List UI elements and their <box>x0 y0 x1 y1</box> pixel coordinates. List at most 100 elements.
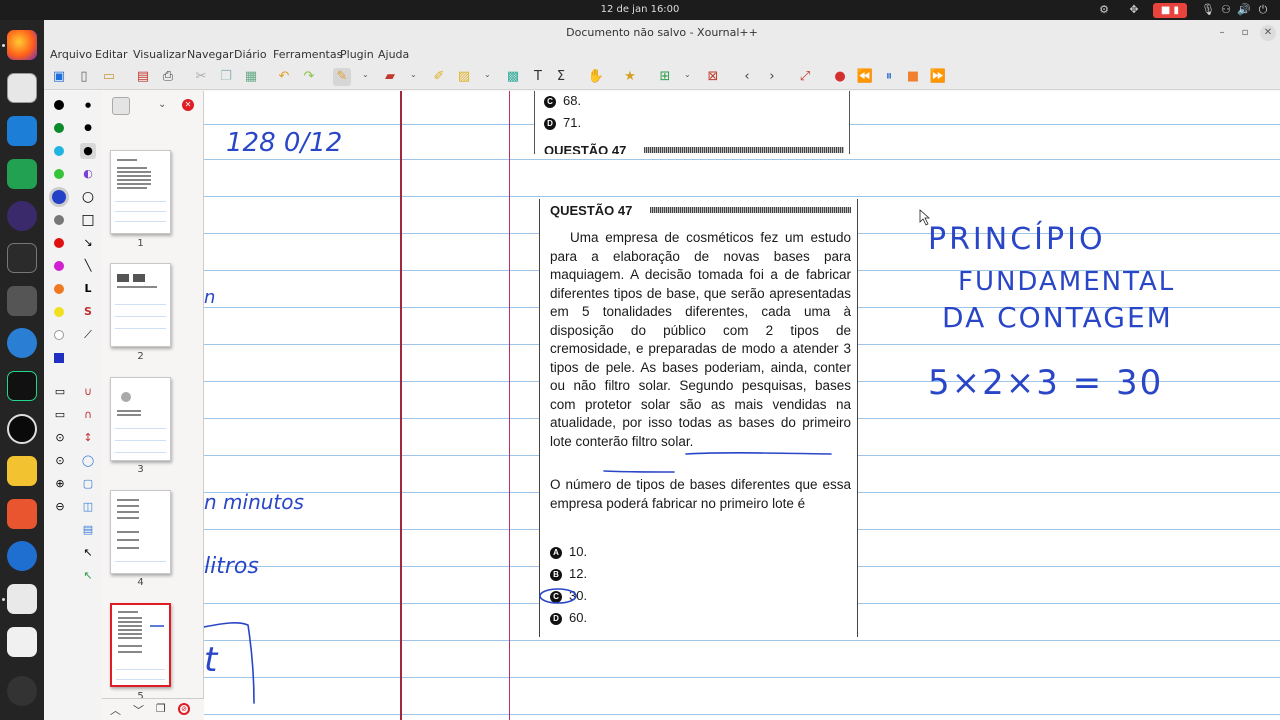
zoom-fit-icon[interactable]: ⊙ <box>52 430 68 446</box>
latex-icon[interactable]: Σ <box>552 68 570 86</box>
calc-icon[interactable] <box>7 159 37 189</box>
select-object-icon[interactable]: ◫ <box>80 499 96 515</box>
show-apps-icon[interactable] <box>7 676 37 706</box>
close-icon[interactable]: ✕ <box>1260 25 1276 41</box>
xournal-icon[interactable] <box>7 584 37 614</box>
undo-icon[interactable]: ↶ <box>275 68 293 86</box>
chevron-down-icon[interactable]: ⌄ <box>362 70 369 79</box>
document-canvas[interactable]: C 68. D 71. QUESTÃO 47 QUESTÃO 47 Uma empr… <box>204 91 1280 720</box>
chevron-down-icon[interactable]: ⌄ <box>484 70 491 79</box>
page-thumbnail-3[interactable] <box>110 377 171 461</box>
fast-forward-icon[interactable]: ⏩ <box>929 68 947 86</box>
calculator-icon[interactable] <box>7 286 37 316</box>
layer-icon[interactable]: ▤ <box>80 522 96 538</box>
color-light-blue[interactable] <box>54 146 64 156</box>
pycharm-icon[interactable] <box>7 371 37 401</box>
pause-icon[interactable]: ⏸ <box>880 68 898 86</box>
notes-icon[interactable] <box>7 456 37 486</box>
stop-icon[interactable]: ■ <box>904 68 922 86</box>
delete-page-icon[interactable]: ⊠ <box>704 68 722 86</box>
plugin-star-icon[interactable]: ★ <box>621 68 639 86</box>
previous-page-icon[interactable]: ‹ <box>738 68 756 86</box>
volume-icon[interactable]: 🔊 <box>1237 3 1251 17</box>
color-gray[interactable] <box>54 215 64 225</box>
move-page-up-icon[interactable]: ︿ <box>110 702 121 718</box>
system-clock[interactable]: 12 de jan 16:00 <box>0 4 1280 15</box>
firefox-icon[interactable] <box>7 30 37 60</box>
color-magenta[interactable] <box>54 261 64 271</box>
writer-icon[interactable] <box>7 116 37 146</box>
sidebar-layout-icon[interactable] <box>112 97 130 115</box>
paste-icon[interactable]: ▦ <box>242 68 260 86</box>
minimize-icon[interactable]: – <box>1214 25 1230 41</box>
document-viewer-icon[interactable] <box>7 627 37 657</box>
eraser-icon[interactable]: ▰ <box>381 68 399 86</box>
menu-ferramentas[interactable]: Ferramentas <box>273 48 342 61</box>
color-yellow[interactable] <box>54 307 64 317</box>
thick-dot-icon[interactable]: ● <box>80 143 96 159</box>
color-red[interactable] <box>54 238 64 248</box>
custom-color[interactable] <box>54 353 64 363</box>
image-icon[interactable]: ▩ <box>504 68 522 86</box>
highlighter-icon[interactable]: ✐ <box>430 68 448 86</box>
title-bar[interactable]: Documento não salvo - Xournal++ – ▫ ✕ <box>44 20 1280 46</box>
network-icon[interactable]: ⚇ <box>1219 3 1233 17</box>
maximize-icon[interactable]: ▫ <box>1237 25 1253 41</box>
copy-page-icon[interactable]: ❐ <box>156 702 166 715</box>
arrow-icon[interactable]: ↘ <box>80 235 96 251</box>
page-thumbnail-4[interactable] <box>110 490 171 574</box>
select-rect-icon[interactable]: ▢ <box>80 476 96 492</box>
zoom-out-icon[interactable]: ⊖ <box>52 499 68 515</box>
chevron-down-icon[interactable]: ⌄ <box>158 99 166 110</box>
add-page-icon[interactable]: ⊞ <box>656 68 674 86</box>
rectangle-icon[interactable]: □ <box>80 212 96 228</box>
delete-page-icon[interactable]: ⊘ <box>178 703 190 715</box>
color-black[interactable] <box>54 100 64 110</box>
magnet-icon[interactable]: ∪ <box>80 384 96 400</box>
export-pdf-icon[interactable]: ▤ <box>134 68 152 86</box>
settings-tray-icon[interactable]: ⚙ <box>1097 3 1111 17</box>
fullscreen-icon[interactable]: ⤢ <box>796 68 814 86</box>
two-pages-icon[interactable]: ▭ <box>52 384 68 400</box>
magnet-alt-icon[interactable]: ∩ <box>80 407 96 423</box>
menu-plugin[interactable]: Plugin <box>340 48 374 61</box>
drawing-icon[interactable] <box>7 499 37 529</box>
hand-tool-icon[interactable]: ✋ <box>587 68 605 86</box>
color-orange[interactable] <box>54 284 64 294</box>
next-page-icon[interactable]: › <box>763 68 781 86</box>
ellipse-icon[interactable]: ○ <box>80 189 96 205</box>
play-object-icon[interactable]: ↖ <box>80 568 96 584</box>
record-icon[interactable]: ● <box>831 68 849 86</box>
medium-dot-icon[interactable]: ● <box>80 120 96 136</box>
color-light-green[interactable] <box>54 169 64 179</box>
color-green[interactable] <box>54 123 64 133</box>
page-thumbnail-2[interactable] <box>110 263 171 347</box>
page-thumbnail-5-selected[interactable] <box>110 603 171 687</box>
close-sidebar-icon[interactable]: ✕ <box>182 99 194 111</box>
power-icon[interactable]: ⏻ <box>1256 3 1270 17</box>
new-document-icon[interactable]: ▯ <box>75 68 93 86</box>
lasso-icon[interactable]: ◯ <box>80 453 96 469</box>
sync-icon[interactable] <box>7 541 37 571</box>
page-thumbnail-1[interactable] <box>110 150 171 234</box>
spline-icon[interactable]: S <box>80 304 96 320</box>
copy-icon[interactable]: ❐ <box>217 68 235 86</box>
print-icon[interactable]: ⎙ <box>159 68 177 86</box>
pen-tool-icon[interactable]: ✎ <box>333 68 351 86</box>
browser-icon[interactable] <box>7 328 37 358</box>
chevron-down-icon[interactable]: ⌄ <box>410 70 417 79</box>
extensions-tray-icon[interactable]: ✥ <box>1127 3 1141 17</box>
chevron-down-icon[interactable]: ⌄ <box>684 70 691 79</box>
thin-dot-icon[interactable]: ● <box>80 97 96 113</box>
zoom-in-icon[interactable]: ⊕ <box>52 476 68 492</box>
coordinate-system-icon[interactable]: L <box>80 281 96 297</box>
menu-navegar[interactable]: Navegar <box>187 48 234 61</box>
obs-icon[interactable] <box>7 414 37 444</box>
move-page-down-icon[interactable]: ﹀ <box>133 702 144 718</box>
ruler-icon[interactable]: ⟋ <box>80 327 96 343</box>
open-folder-icon[interactable]: ▭ <box>100 68 118 86</box>
menu-arquivo[interactable]: Arquivo <box>50 48 92 61</box>
color-blue-selected[interactable] <box>52 190 66 204</box>
save-icon[interactable]: ▣ <box>50 68 68 86</box>
text-tool-icon[interactable]: T <box>529 68 547 86</box>
